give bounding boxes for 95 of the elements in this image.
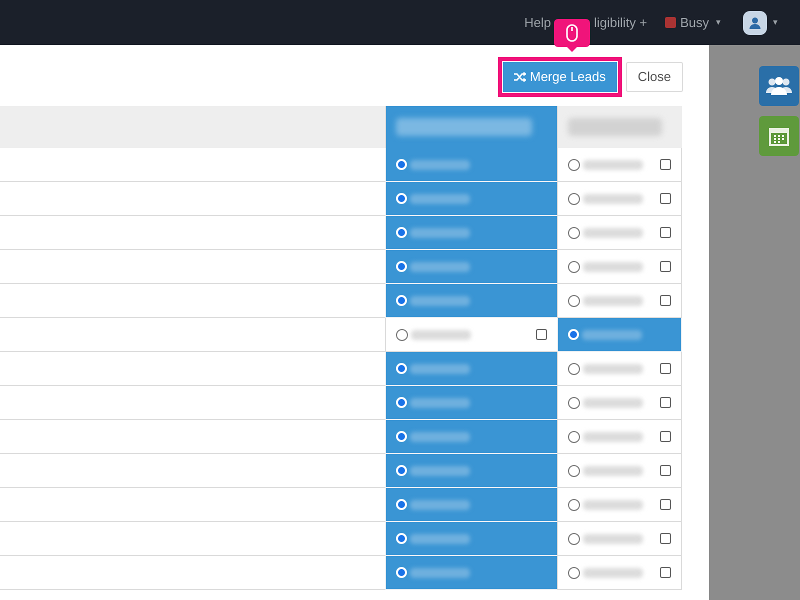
blurred-text — [582, 330, 642, 340]
user-menu[interactable]: ▾ — [743, 10, 778, 34]
header-cell[interactable] — [557, 106, 682, 148]
close-button[interactable]: Close — [626, 62, 683, 92]
calendar-icon — [769, 126, 789, 146]
checkbox[interactable] — [660, 227, 671, 238]
blurred-text — [410, 568, 470, 578]
table-cell[interactable] — [385, 522, 557, 556]
status-dropdown[interactable]: Busy ▾ — [665, 12, 721, 32]
blurred-text — [410, 364, 470, 374]
blurred-text — [410, 534, 470, 544]
table-cell[interactable] — [557, 522, 682, 556]
blurred-text — [583, 364, 643, 374]
blurred-text — [410, 466, 470, 476]
table-cell[interactable] — [385, 250, 557, 284]
table-cell[interactable] — [557, 352, 682, 386]
radio-button[interactable] — [568, 260, 580, 272]
checkbox[interactable] — [660, 533, 671, 544]
checkbox[interactable] — [660, 567, 671, 578]
checkbox[interactable] — [660, 261, 671, 272]
blurred-text — [583, 262, 643, 272]
radio-button[interactable] — [568, 226, 580, 238]
table-cell[interactable] — [557, 182, 682, 216]
table-cell[interactable] — [557, 216, 682, 250]
contacts-button[interactable] — [759, 66, 799, 106]
blurred-text — [583, 160, 643, 170]
checkbox[interactable] — [536, 329, 547, 340]
checkbox[interactable] — [660, 397, 671, 408]
header-cell[interactable] — [385, 106, 557, 148]
table-cell[interactable] — [385, 488, 557, 522]
radio-button[interactable] — [568, 396, 580, 408]
checkbox[interactable] — [660, 159, 671, 170]
table-cell[interactable] — [385, 386, 557, 420]
blurred-text — [410, 262, 470, 272]
nav-link[interactable]: Help — [524, 12, 551, 32]
shuffle-icon — [514, 72, 526, 82]
table-cell[interactable] — [557, 420, 682, 454]
radio-button[interactable] — [568, 294, 580, 306]
checkbox[interactable] — [660, 363, 671, 374]
table-cell[interactable] — [385, 556, 557, 590]
radio-button[interactable] — [568, 362, 580, 374]
users-icon — [765, 76, 793, 96]
table-cell[interactable] — [557, 318, 682, 352]
merge-leads-button[interactable]: Merge Leads — [502, 62, 617, 92]
blurred-text — [411, 330, 471, 340]
blurred-text — [583, 568, 643, 578]
mouse-icon — [566, 24, 578, 42]
table-cell[interactable] — [557, 556, 682, 590]
table-cell[interactable] — [557, 386, 682, 420]
radio-button[interactable] — [568, 430, 580, 442]
nav-link[interactable]: ligibility + — [594, 12, 648, 32]
blurred-text — [583, 228, 643, 238]
blurred-text — [583, 500, 643, 510]
blurred-text — [410, 432, 470, 442]
checkbox[interactable] — [660, 193, 671, 204]
table-cell[interactable] — [385, 148, 557, 182]
checkbox[interactable] — [660, 295, 671, 306]
radio-button[interactable] — [568, 192, 580, 204]
table-cell[interactable] — [557, 454, 682, 488]
blurred-text — [583, 466, 643, 476]
caret-icon: ▾ — [773, 16, 778, 30]
radio-button[interactable] — [568, 498, 580, 510]
table-cell[interactable] — [385, 352, 557, 386]
table-cell[interactable] — [557, 148, 682, 182]
blurred-text — [410, 160, 470, 170]
radio-button[interactable] — [568, 566, 580, 578]
table-cell[interactable] — [385, 420, 557, 454]
table-cell[interactable] — [385, 182, 557, 216]
table-cell[interactable] — [385, 284, 557, 318]
blurred-text — [583, 296, 643, 306]
blurred-text — [410, 398, 470, 408]
table-cell[interactable] — [557, 488, 682, 522]
avatar-icon — [743, 10, 767, 34]
blurred-text — [410, 296, 470, 306]
caret-icon: ▾ — [716, 16, 721, 30]
checkbox[interactable] — [660, 499, 671, 510]
calendar-button[interactable] — [759, 116, 799, 156]
table-cell[interactable] — [385, 318, 557, 352]
checkbox[interactable] — [660, 431, 671, 442]
table-cell[interactable] — [385, 454, 557, 488]
blurred-text — [583, 398, 643, 408]
blurred-text — [583, 534, 643, 544]
table-cell[interactable] — [557, 250, 682, 284]
radio-button[interactable] — [396, 328, 408, 340]
blurred-text — [410, 500, 470, 510]
blurred-text — [583, 432, 643, 442]
radio-button[interactable] — [568, 464, 580, 476]
table-cell[interactable] — [557, 284, 682, 318]
blurred-text — [583, 194, 643, 204]
radio-button[interactable] — [568, 532, 580, 544]
radio-button[interactable] — [568, 158, 580, 170]
table-cell[interactable] — [385, 216, 557, 250]
blurred-text — [410, 228, 470, 238]
checkbox[interactable] — [660, 465, 671, 476]
blurred-text — [410, 194, 470, 204]
